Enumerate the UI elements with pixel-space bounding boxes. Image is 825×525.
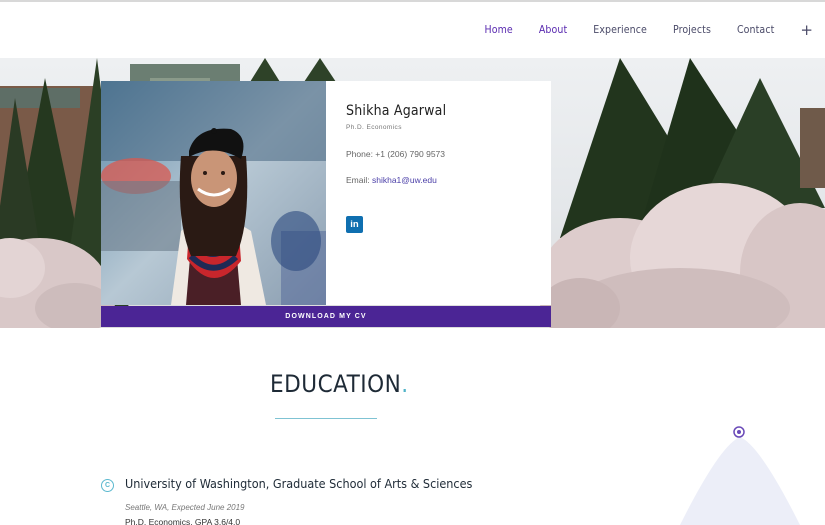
nav-experience[interactable]: Experience [593,24,647,36]
download-cv-button[interactable]: DOWNLOAD MY CV [101,306,551,327]
education-program: Ph.D. Economics, GPA 3.6/4.0 [125,517,241,525]
nav-links: Home About Experience Projects Contact + [485,2,825,58]
plus-icon[interactable]: + [800,21,813,39]
profile-card: Shikha Agarwal Ph.D. Economics Phone: +1… [101,81,551,305]
nav-about[interactable]: About [539,24,567,36]
hero-banner: Shikha Agarwal Ph.D. Economics Phone: +1… [0,58,825,328]
profile-photo-illustration [101,81,326,305]
top-navigation: Home About Experience Projects Contact + [0,2,825,58]
email-link[interactable]: shikha1@uw.edu [372,175,437,185]
linkedin-icon[interactable]: in [346,216,363,233]
profile-email-row: Email: shikha1@uw.edu [346,175,437,185]
education-underline [275,418,377,419]
profile-name: Shikha Agarwal [346,103,447,119]
education-title-text: EDUCATION [270,370,402,398]
education-school: University of Washington, Graduate Schoo… [125,476,473,491]
nav-projects[interactable]: Projects [673,24,711,36]
profile-degree: Ph.D. Economics [346,124,402,131]
education-location: Seattle, WA, Expected June 2019 [125,503,245,512]
nav-home[interactable]: Home [485,24,513,36]
education-heading: EDUCATION. [270,370,409,398]
profile-info: Shikha Agarwal Ph.D. Economics Phone: +1… [346,81,551,305]
decorative-mountain [680,426,800,525]
profile-phone: Phone: +1 (206) 790 9573 [346,149,446,159]
education-icon: C [101,479,114,492]
profile-photo [101,81,326,305]
email-label: Email: [346,175,372,185]
nav-contact[interactable]: Contact [737,24,774,36]
education-title-dot: . [401,370,409,398]
